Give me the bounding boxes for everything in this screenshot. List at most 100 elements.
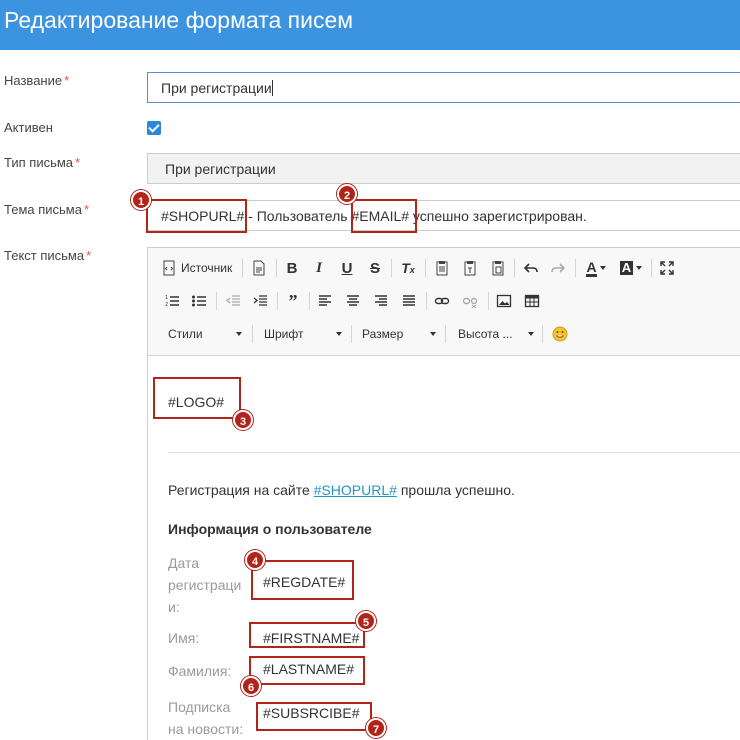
background-color-button[interactable]: A [616,258,646,278]
blockquote-button[interactable]: ” [283,291,303,311]
required-mark: * [64,73,70,88]
highlight-box-2 [351,199,417,233]
unlink-button[interactable] [460,291,480,311]
subject-label: Тема письма * [4,202,89,217]
shopurl-link[interactable]: #SHOPURL# [314,482,397,498]
text-color-icon: A [586,258,597,277]
source-button[interactable]: Источник [162,258,234,278]
chevron-down-icon [430,332,436,336]
paste-text-button[interactable] [460,258,480,278]
separator [426,292,427,310]
styles-dropdown[interactable]: Стили [160,323,246,345]
quote-icon: ” [288,290,298,311]
align-center-button[interactable] [343,291,363,311]
justify-icon [403,295,415,306]
separator [242,259,243,277]
type-label: Тип письма * [4,155,80,170]
source-label: Источник [181,261,233,275]
line-height-label: Высота ... [458,327,513,341]
paste-word-button[interactable] [488,258,508,278]
strikethrough-icon: S [369,259,380,277]
image-button[interactable] [494,291,514,311]
annotation-badge-6: 6 [241,676,261,696]
type-select[interactable]: При регистрации [147,153,740,184]
background-color-icon: A [619,260,634,275]
regdate-label: Дата регистраци и: [168,555,242,615]
name-input[interactable]: При регистрации [147,72,740,103]
link-icon [434,297,450,305]
emoji-button[interactable] [549,324,571,344]
font-dropdown[interactable]: Шрифт [256,323,346,345]
highlight-box-3 [153,377,241,419]
italic-button[interactable]: I [309,258,329,278]
italic-icon: I [316,259,322,276]
font-label: Шрифт [264,327,304,341]
table-button[interactable] [522,291,542,311]
required-mark: * [86,248,92,263]
chevron-down-icon [636,266,643,270]
clear-format-icon: Tx [401,260,415,276]
underline-button[interactable]: U [337,258,357,278]
separator [651,259,652,277]
align-left-button[interactable] [315,291,335,311]
chevron-down-icon [236,332,242,336]
lastname-label: Фамилия: [168,663,232,679]
subject-label-text: Тема письма [4,202,82,217]
undo-icon [523,263,538,273]
strike-button[interactable]: S [365,258,385,278]
divider [168,452,740,453]
unlink-icon [462,297,478,309]
annotation-badge-4: 4 [245,550,265,570]
size-label: Размер [362,327,404,341]
line-height-dropdown[interactable]: Высота ... [450,323,538,345]
separator [309,292,310,310]
outdent-button[interactable] [223,291,243,311]
text-color-button[interactable]: A [582,258,610,278]
body-label: Текст письма * [4,248,91,263]
maximize-icon [660,261,674,275]
bulleted-list-button[interactable] [189,291,209,311]
justify-button[interactable] [399,291,419,311]
bold-icon: B [286,259,298,277]
table-icon [524,294,540,308]
outdent-icon [225,295,240,306]
separator [276,259,277,277]
paste-text-icon [464,261,476,276]
subscribe-label: Подписка на новости: [168,699,244,737]
paste-button[interactable] [432,258,452,278]
active-checkbox[interactable] [147,121,161,135]
active-label: Активен [4,120,53,135]
new-page-button[interactable] [249,258,269,278]
required-mark: * [83,202,90,217]
separator [445,325,446,343]
redo-button[interactable] [548,258,568,278]
maximize-button[interactable] [657,258,677,278]
chevron-down-icon [599,266,606,270]
size-dropdown[interactable]: Размер [354,323,440,345]
svg-text:2: 2 [165,302,168,308]
indent-button[interactable] [250,291,270,311]
intro-text-end: прошла успешно. [396,482,515,498]
name-label: Название * [4,73,69,88]
numbered-list-icon: 12 [165,295,179,308]
body-label-text: Текст письма [4,248,85,263]
rich-text-editor[interactable]: Источник B I U S Tx A A 1 2 ” Стили Шриф… [147,247,740,740]
align-right-icon [375,295,387,306]
link-button[interactable] [432,291,452,311]
styles-label: Стили [168,327,203,341]
remove-format-button[interactable]: Tx [398,258,418,278]
numbered-list-button[interactable]: 12 [162,291,182,311]
type-label-text: Тип письма [4,155,74,170]
chevron-down-icon [336,332,342,336]
separator [216,292,217,310]
separator [391,259,392,277]
align-right-button[interactable] [371,291,391,311]
firstname-label: Имя: [168,630,200,646]
highlight-box-7 [256,702,372,731]
bold-button[interactable]: B [282,258,302,278]
clipboard-icon [436,261,448,276]
undo-button[interactable] [521,258,541,278]
annotation-badge-3: 3 [233,410,253,430]
paste-word-icon [492,261,504,276]
smiley-icon [552,326,568,342]
